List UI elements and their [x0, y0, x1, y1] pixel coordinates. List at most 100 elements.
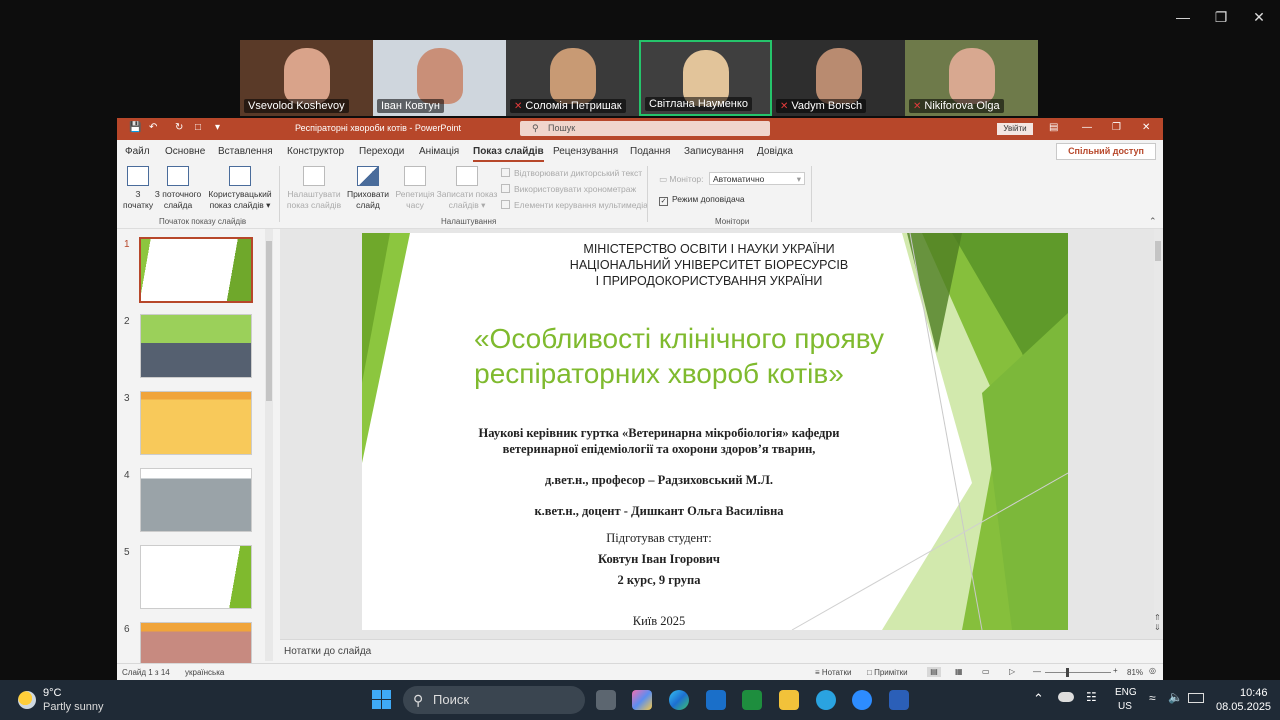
slide-thumbnail[interactable] — [140, 545, 252, 609]
prev-slide-icon[interactable]: ⇑ — [1154, 613, 1161, 622]
slide-sorter-icon[interactable]: ▦ — [955, 667, 963, 676]
tab-8[interactable]: Подання — [630, 146, 670, 157]
thumbnail-number: 4 — [124, 470, 130, 481]
zoom-in-icon[interactable]: + — [1113, 666, 1118, 675]
signin-button[interactable]: Увійти — [997, 123, 1033, 135]
share-button[interactable]: Спільний доступ — [1056, 143, 1156, 160]
slideshow-view-icon[interactable]: ▷ — [1009, 667, 1015, 676]
telegram-icon[interactable] — [816, 690, 836, 710]
hide-slide-button[interactable]: Приховати слайд — [345, 166, 391, 211]
undo-icon[interactable]: ↶ — [149, 122, 157, 133]
slide-thumbnail[interactable] — [139, 237, 253, 303]
taskbar-search[interactable]: ⚲ Поиск — [403, 686, 585, 714]
media-controls-checkbox[interactable]: Елементи керування мультимедіа — [501, 200, 648, 210]
slide-scroll-thumb[interactable] — [1155, 241, 1161, 261]
clock-time[interactable]: 10:46 — [1240, 687, 1268, 699]
slide-canvas[interactable]: МІНІСТЕРСТВО ОСВІТИ І НАУКИ УКРАЇНИ НАЦІ… — [362, 233, 1068, 630]
ribbon-display-icon[interactable]: ▤ — [1049, 122, 1058, 133]
next-slide-icon[interactable]: ⇓ — [1154, 623, 1161, 632]
tab-4[interactable]: Переходи — [359, 146, 404, 157]
present-icon[interactable]: □ — [195, 122, 201, 133]
ppt-restore-icon[interactable]: ❐ — [1112, 122, 1121, 133]
save-icon[interactable]: 💾 — [129, 122, 141, 133]
zoom-icon[interactable] — [852, 690, 872, 710]
group-monitors-label: Монітори — [715, 217, 750, 226]
tab-6[interactable]: Показ слайдів — [473, 146, 544, 162]
slide-scrollbar[interactable] — [1154, 229, 1162, 629]
record-button[interactable]: Записати показ слайдів ▾ — [435, 166, 499, 211]
tab-2[interactable]: Вставлення — [218, 146, 273, 157]
volume-icon[interactable]: 🔈 — [1168, 690, 1183, 704]
task-view-icon[interactable] — [596, 690, 616, 710]
meet-icon[interactable] — [742, 690, 762, 710]
comments-toggle[interactable]: □ Примітки — [867, 668, 908, 677]
tab-0[interactable]: Файл — [125, 146, 150, 157]
network-wifi-icon[interactable]: ☷ — [1086, 690, 1097, 704]
zoom-slider-thumb[interactable] — [1066, 668, 1069, 677]
tab-3[interactable]: Конструктор — [287, 146, 344, 157]
ppt-minimize-icon[interactable]: — — [1082, 122, 1092, 133]
onedrive-icon[interactable] — [1058, 692, 1074, 702]
from-start-button[interactable]: З початку — [123, 166, 153, 211]
start-button[interactable] — [372, 690, 391, 709]
lang2[interactable]: US — [1118, 701, 1132, 712]
edge-icon[interactable] — [669, 690, 689, 710]
fit-slide-icon[interactable]: ◎ — [1149, 666, 1156, 675]
weather-desc[interactable]: Partly sunny — [43, 701, 104, 713]
participant-tile[interactable]: Світлана Науменко — [639, 40, 772, 116]
slide-thumbnail[interactable] — [140, 314, 252, 378]
battery-icon[interactable] — [1188, 693, 1204, 703]
search-input[interactable]: ⚲ Пошук — [520, 121, 770, 136]
monitor-select[interactable]: Автоматично ▾ — [709, 172, 805, 185]
group-separator — [647, 166, 648, 222]
normal-view-icon[interactable]: ▤ — [927, 667, 941, 677]
participant-tile[interactable]: Vsevolod Koshevoy — [240, 40, 373, 116]
outlook-icon[interactable] — [706, 690, 726, 710]
word-icon[interactable] — [889, 690, 909, 710]
participant-tile[interactable]: ✕ Nikiforova Olga — [905, 40, 1038, 116]
tab-5[interactable]: Анімація — [419, 146, 459, 157]
wifi-icon[interactable]: ≈ — [1149, 691, 1156, 705]
language-indicator[interactable]: українська — [185, 668, 224, 677]
customize-qat-icon[interactable]: ▾ — [215, 122, 220, 133]
weather-icon[interactable] — [18, 691, 36, 709]
setup-show-button[interactable]: Налаштувати показ слайдів — [285, 166, 343, 211]
custom-show-button[interactable]: Користувацький показ слайдів ▾ — [207, 166, 273, 211]
participant-tile[interactable]: ✕ Соломія Петришак — [506, 40, 639, 116]
notes-pane[interactable]: Нотатки до слайда — [280, 639, 1163, 664]
collapse-ribbon-icon[interactable]: ⌃ — [1149, 216, 1157, 227]
minimize-icon[interactable]: — — [1172, 8, 1194, 26]
tab-9[interactable]: Записування — [684, 146, 744, 157]
zoom-out-icon[interactable]: — — [1033, 667, 1041, 676]
slide-thumbnail[interactable] — [140, 468, 252, 532]
student-name: Ковтун Іван Ігорович — [598, 552, 720, 566]
rehearse-button[interactable]: Репетиція часу — [395, 166, 435, 211]
close-icon[interactable]: ✕ — [1248, 8, 1270, 26]
slide-thumbnail[interactable] — [140, 391, 252, 455]
clock-date[interactable]: 08.05.2025 — [1216, 701, 1271, 713]
presenter-view-checkbox[interactable]: ✓ Режим доповідача — [659, 194, 745, 206]
reading-view-icon[interactable]: ▭ — [982, 667, 990, 676]
participant-tile[interactable]: ✕ Vadym Borsch — [772, 40, 905, 116]
lang1[interactable]: ENG — [1115, 687, 1137, 698]
file-explorer-icon[interactable] — [779, 690, 799, 710]
zoom-slider[interactable] — [1045, 672, 1111, 673]
notes-toggle[interactable]: ≡ Нотатки — [815, 668, 851, 677]
copilot-icon[interactable] — [632, 690, 652, 710]
course-group: 2 курс, 9 група — [617, 573, 701, 587]
redo-icon[interactable]: ↻ — [175, 122, 183, 133]
use-timings-checkbox[interactable]: Використовувати хронометраж — [501, 184, 636, 194]
chevron-up-icon[interactable]: ⌃ — [1033, 691, 1044, 707]
thumbnails-scroll-thumb[interactable] — [266, 241, 272, 401]
zoom-level[interactable]: 81% — [1127, 668, 1143, 677]
weather-temp[interactable]: 9°C — [43, 687, 61, 699]
ribbon-slideshow: З початку З поточного слайда Користуваць… — [117, 162, 1163, 229]
play-narrations-checkbox[interactable]: Відтворювати дикторський текст — [501, 168, 642, 178]
restore-icon[interactable]: ❐ — [1210, 8, 1232, 26]
ppt-close-icon[interactable]: ✕ — [1142, 122, 1150, 133]
participant-tile[interactable]: Іван Ковтун — [373, 40, 506, 116]
from-current-button[interactable]: З поточного слайда — [153, 166, 203, 211]
tab-1[interactable]: Основне — [165, 146, 205, 157]
tab-10[interactable]: Довідка — [757, 146, 793, 157]
tab-7[interactable]: Рецензування — [553, 146, 618, 157]
